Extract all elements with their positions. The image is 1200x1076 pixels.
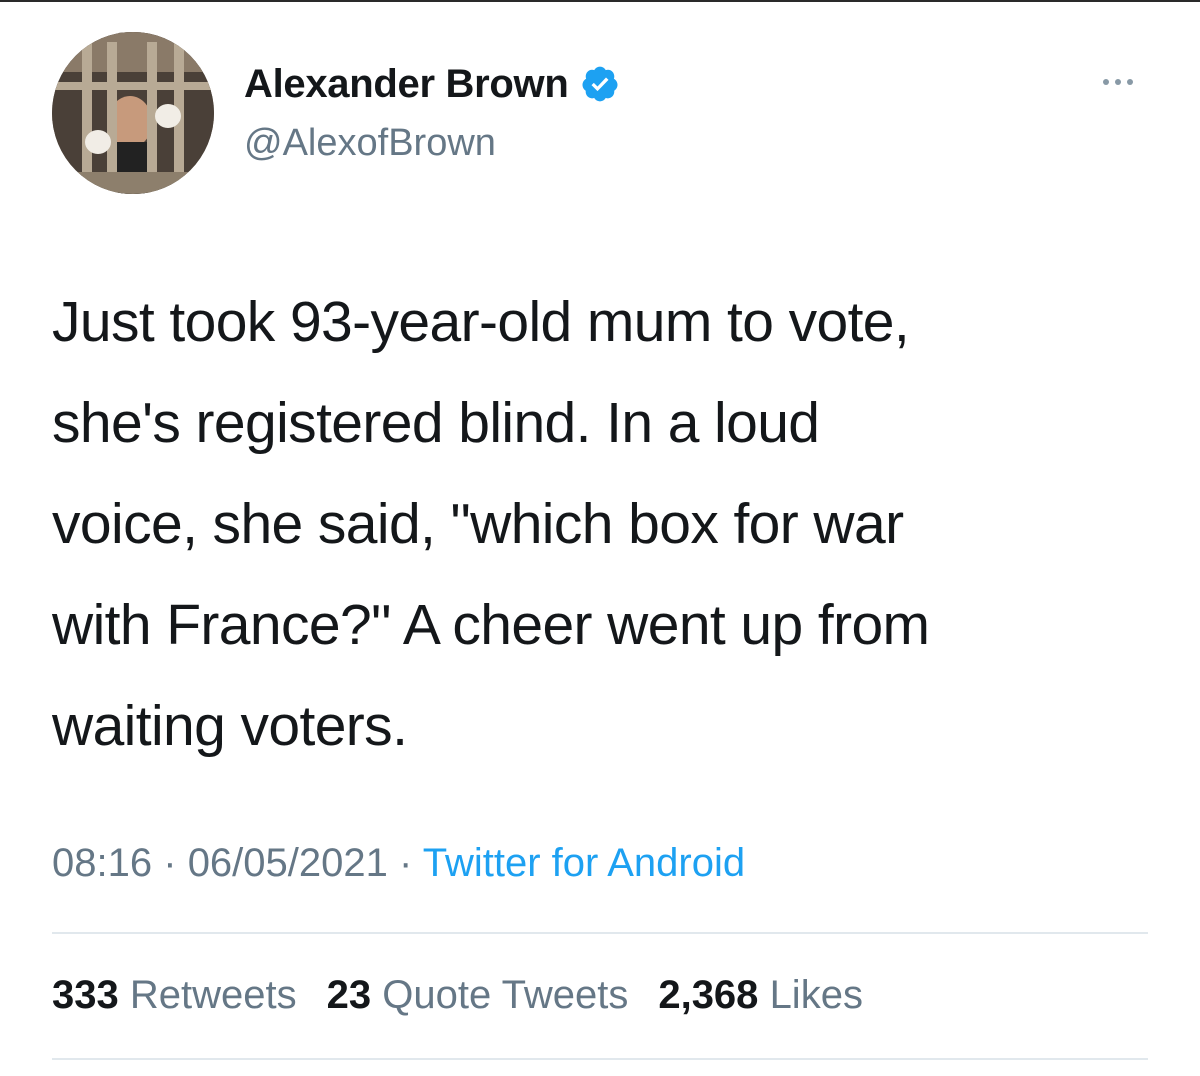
likes-count: 2,368	[658, 973, 759, 1017]
tweet-card: Alexander Brown @AlexofBrown Just took 9…	[0, 0, 1200, 1076]
more-options-icon[interactable]	[1088, 62, 1148, 102]
author-name-row[interactable]: Alexander Brown	[244, 60, 620, 108]
dot	[1103, 79, 1109, 85]
dot	[1115, 79, 1121, 85]
tweet-time[interactable]: 08:16	[52, 841, 152, 885]
author-handle[interactable]: @AlexofBrown	[244, 120, 496, 166]
dot	[1127, 79, 1133, 85]
likes-label: Likes	[769, 973, 863, 1017]
author-display-name[interactable]: Alexander Brown	[244, 60, 569, 108]
tweet-text-line: waiting voters.	[52, 694, 408, 758]
divider	[52, 1058, 1148, 1060]
retweets-stat[interactable]: 333 Retweets	[52, 970, 297, 1020]
tweet-text-line: she's registered blind. In a loud	[52, 391, 820, 455]
likes-stat[interactable]: 2,368 Likes	[658, 970, 863, 1020]
tweet-text-line: with France?" A cheer went up from	[52, 593, 930, 657]
tweet-text-line: Just took 93-year-old mum to vote,	[52, 290, 910, 354]
meta-separator: ·	[163, 841, 177, 885]
tweet-text-line: voice, she said, "which box for war	[52, 492, 904, 556]
tweet-metadata: 08:16 · 06/05/2021 · Twitter for Android	[52, 838, 745, 888]
tweet-text: Just took 93-year-old mum to vote, she's…	[52, 272, 1162, 777]
divider	[52, 932, 1148, 934]
avatar[interactable]	[52, 32, 214, 194]
quote-tweets-label: Quote Tweets	[382, 973, 629, 1017]
tweet-date[interactable]: 06/05/2021	[188, 841, 388, 885]
quote-tweets-count: 23	[326, 973, 372, 1017]
meta-separator: ·	[399, 841, 413, 885]
retweets-label: Retweets	[129, 973, 297, 1017]
avatar-image	[52, 32, 214, 194]
quote-tweets-stat[interactable]: 23 Quote Tweets	[327, 970, 629, 1020]
retweets-count: 333	[52, 973, 119, 1017]
tweet-source-link[interactable]: Twitter for Android	[423, 841, 745, 885]
tweet-stats: 333 Retweets 23 Quote Tweets 2,368 Likes	[52, 970, 863, 1020]
verified-badge-icon	[582, 66, 618, 102]
